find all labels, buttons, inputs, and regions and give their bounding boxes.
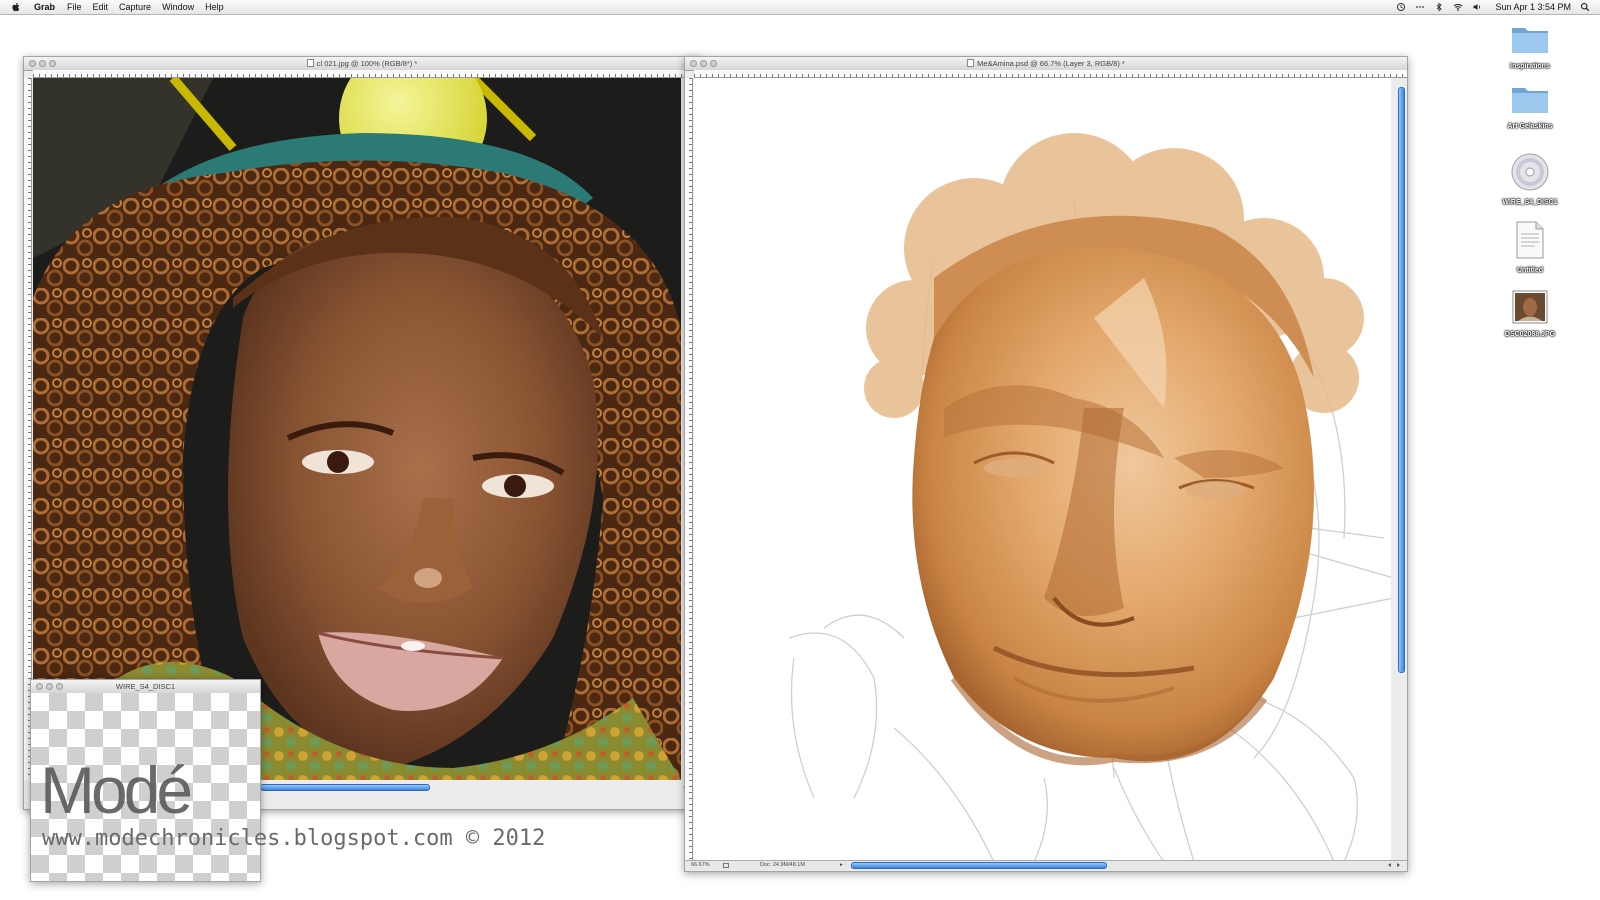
desktop-item-photo[interactable]: DSC02088.JPG — [1494, 290, 1566, 338]
desktop-item-untitled[interactable]: Untitled — [1494, 220, 1566, 274]
minimize-button[interactable] — [46, 683, 53, 690]
apple-icon[interactable] — [10, 1, 22, 13]
desktop-item-label: Untitled — [1516, 267, 1544, 274]
horizontal-scroll-thumb[interactable] — [851, 862, 1107, 869]
document-size[interactable]: Doc: 24.9M/48.1M — [760, 861, 805, 870]
bluetooth-icon[interactable] — [1434, 2, 1444, 12]
document-proxy-icon[interactable] — [306, 59, 314, 67]
zoom-button[interactable] — [49, 60, 56, 67]
digital-painting — [788, 133, 1391, 862]
horizontal-scroll-thumb[interactable] — [260, 784, 430, 791]
rtf-document-icon — [1516, 221, 1544, 259]
vertical-ruler[interactable] — [24, 78, 32, 780]
disc-info-titlebar[interactable]: WIRE_S4_DISC1 — [31, 680, 260, 694]
image-file-icon — [1512, 290, 1548, 324]
desktop-item-label: WIRE_S4_DISC1 — [1502, 199, 1558, 206]
menu-capture[interactable]: Capture — [119, 2, 151, 12]
status-options-icon[interactable] — [723, 863, 729, 868]
status-menu-arrow-icon[interactable]: ▸ — [840, 861, 843, 870]
disc-info-title: WIRE_S4_DISC1 — [115, 682, 176, 691]
painting-window-titlebar[interactable]: Me&Amina.psd @ 66.7% (Layer 3, RGB/8) * — [685, 57, 1407, 71]
zoom-button[interactable] — [710, 60, 717, 67]
watermark-url: www.modechronicles.blogspot.com © 2012 — [42, 826, 546, 851]
horizontal-ruler[interactable] — [694, 70, 1407, 78]
painting-window[interactable]: Me&Amina.psd @ 66.7% (Layer 3, RGB/8) * — [684, 56, 1408, 872]
menu-window[interactable]: Window — [162, 2, 194, 12]
more-icon[interactable] — [1415, 2, 1425, 12]
menu-file[interactable]: File — [67, 2, 82, 12]
minimize-button[interactable] — [700, 60, 707, 67]
document-proxy-icon[interactable] — [967, 59, 975, 67]
desktop-item-label: Art Gelaskins — [1507, 123, 1553, 130]
zoom-button[interactable] — [56, 683, 63, 690]
reference-photo-canvas[interactable] — [33, 78, 681, 780]
dvd-icon — [1511, 153, 1549, 191]
menu-app-name[interactable]: Grab — [34, 2, 55, 12]
watermark-logo: Modé — [40, 753, 193, 827]
photo-window-title: cl 021.jpg @ 100% (RGB/8*) * — [316, 59, 418, 68]
desktop-item-label: Inspirations — [1510, 63, 1550, 70]
photo-window-titlebar[interactable]: cl 021.jpg @ 100% (RGB/8*) * — [24, 57, 700, 71]
menu-clock[interactable]: Sun Apr 1 3:54 PM — [1495, 2, 1571, 12]
desktop-item-label: DSC02088.JPG — [1504, 331, 1556, 338]
horizontal-ruler[interactable] — [33, 70, 700, 78]
close-button[interactable] — [29, 60, 36, 67]
volume-icon[interactable] — [1472, 2, 1482, 12]
zoom-level[interactable]: 66.67% — [691, 861, 710, 870]
folder-icon — [1512, 28, 1548, 53]
minimize-button[interactable] — [39, 60, 46, 67]
desktop-item-inspirations[interactable]: Inspirations — [1494, 22, 1566, 70]
vertical-ruler[interactable] — [685, 78, 693, 862]
spotlight-search-icon[interactable] — [1580, 2, 1590, 12]
menu-edit[interactable]: Edit — [93, 2, 109, 12]
time-machine-icon[interactable] — [1396, 2, 1406, 12]
desktop-item-art-gelaskins[interactable]: Art Gelaskins — [1494, 82, 1566, 130]
close-button[interactable] — [36, 683, 43, 690]
vertical-scroll-thumb[interactable] — [1398, 87, 1405, 673]
desktop-item-dvd[interactable]: WIRE_S4_DISC1 — [1494, 152, 1566, 206]
scroll-arrows-icon[interactable] — [1387, 862, 1401, 868]
wifi-icon[interactable] — [1453, 2, 1463, 12]
menu-extras: Sun Apr 1 3:54 PM — [1396, 0, 1590, 14]
menu-bar: Grab File Edit Capture Window Help Sun A… — [0, 0, 1600, 15]
painting-window-title: Me&Amina.psd @ 66.7% (Layer 3, RGB/8) * — [977, 59, 1125, 68]
reference-photo — [33, 78, 681, 780]
folder-icon — [1512, 88, 1548, 113]
close-button[interactable] — [690, 60, 697, 67]
painting-canvas[interactable] — [694, 78, 1391, 862]
menu-help[interactable]: Help — [205, 2, 224, 12]
